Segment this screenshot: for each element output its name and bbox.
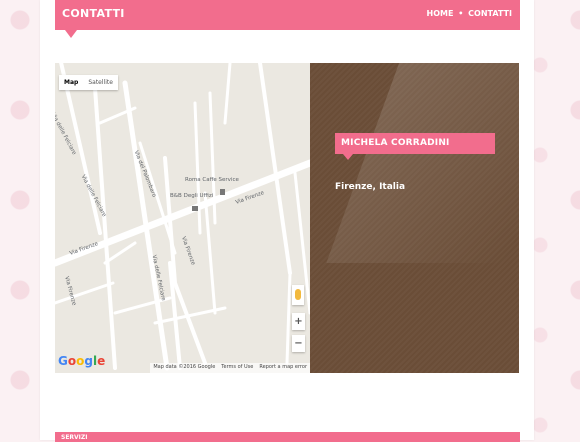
google-map[interactable]: Map Satellite Roma Caffe Service B&B Deg… [55, 63, 310, 373]
satellite-view-button[interactable]: Satellite [83, 75, 118, 90]
page-title: CONTATTI [62, 7, 125, 20]
breadcrumb: HOME • CONTATTI [427, 9, 513, 18]
zoom-in-button[interactable]: + [292, 313, 305, 330]
map-type-control: Map Satellite [59, 75, 118, 90]
breadcrumb-current: CONTATTI [468, 9, 512, 18]
contact-name-tag: MICHELA CORRADINI [335, 133, 495, 160]
map-label-bb-uffizi: B&B Degli Uffizi [170, 193, 214, 199]
next-section-header: SERVIZI [55, 432, 520, 442]
contact-name: MICHELA CORRADINI [341, 138, 450, 148]
map-data-attribution: Map data ©2016 Google [153, 364, 216, 370]
breadcrumb-home-link[interactable]: HOME [427, 9, 454, 18]
map-label-roma-caffe: Roma Caffe Service [185, 177, 239, 183]
cafe-poi-icon [220, 189, 225, 195]
page-header: CONTATTI HOME • CONTATTI [55, 0, 520, 38]
page-container: CONTATTI HOME • CONTATTI Map Satellite R… [40, 0, 534, 442]
contact-info-panel: MICHELA CORRADINI Firenze, Italia [310, 63, 519, 373]
report-map-error-link[interactable]: Report a map error [259, 364, 307, 373]
breadcrumb-separator: • [458, 9, 464, 18]
hotel-poi-icon [192, 206, 198, 211]
map-footer: Map data ©2016 Google Terms of Use Repor… [150, 363, 310, 373]
zoom-out-button[interactable]: − [292, 335, 305, 352]
google-logo: Google [58, 354, 106, 368]
contact-location: Firenze, Italia [335, 182, 406, 192]
street-view-pegman-icon[interactable] [292, 285, 304, 305]
map-roads [55, 63, 310, 371]
map-view-button[interactable]: Map [59, 75, 83, 90]
terms-of-use-link[interactable]: Terms of Use [221, 364, 253, 373]
